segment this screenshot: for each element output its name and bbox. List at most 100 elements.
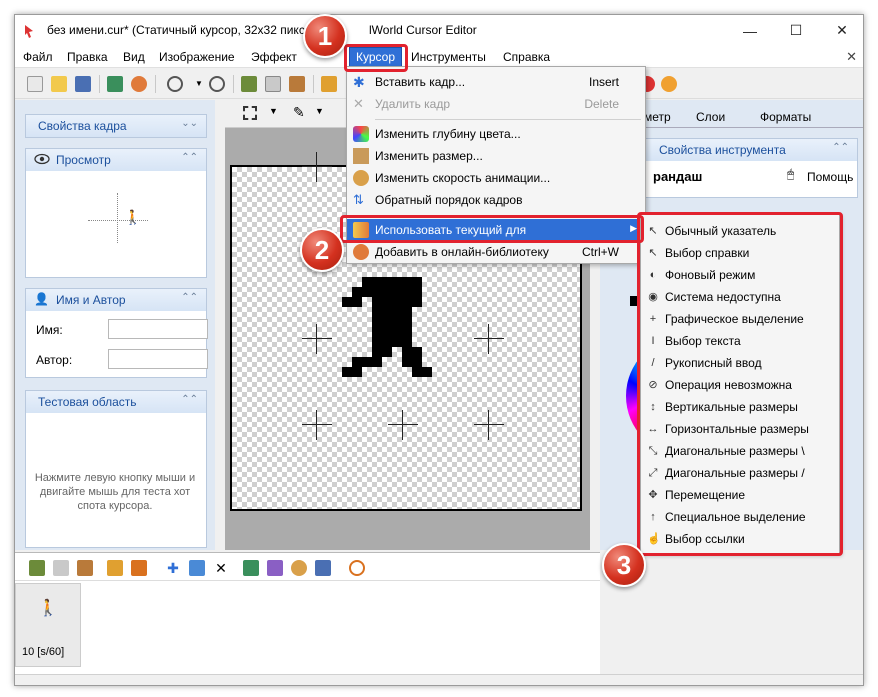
menu-image[interactable]: Изображение [159,50,235,64]
step-badge-2: 2 [300,228,344,272]
toolbar-separator [99,75,100,93]
effects-icon[interactable] [243,560,259,576]
chevron-down-icon[interactable]: ▼ [269,106,278,116]
author-field[interactable] [108,349,208,369]
tab-layers[interactable]: Слои [696,110,725,124]
reverse-icon: ⇅ [353,192,364,207]
menu-item-add-online-library[interactable]: Добавить в онлайн-библиотеку Ctrl+W [347,241,645,263]
menu-edit[interactable]: Правка [67,50,108,64]
chevron-up-icon[interactable]: ⌃⌃ [181,394,198,405]
settings-icon[interactable] [291,560,307,576]
help-icon[interactable]: 🖱 [787,167,794,182]
delete-frame-icon: ✕ [353,96,364,111]
copy-icon[interactable] [53,560,69,576]
save-icon[interactable] [75,76,91,92]
test-area-title: Тестовая область [38,395,137,409]
tab-parameters[interactable]: метр [644,110,671,124]
document-close-icon[interactable]: ✕ [846,49,857,65]
chevron-down-icon[interactable]: ▼ [315,106,324,116]
reorder-icon[interactable] [267,560,283,576]
duplicate-frame-icon[interactable] [189,560,205,576]
preview-header[interactable]: Просмотр ⌃⌃ [26,149,206,171]
menu-item-animation-speed[interactable]: Изменить скорость анимации... [347,167,645,189]
tool-props-header[interactable]: Свойства инструмента ⌃⌃ [615,139,857,161]
walking-man-icon: 🚶 [38,600,58,617]
capture-icon[interactable] [107,76,123,92]
copy-icon[interactable] [265,76,281,92]
export-icon[interactable] [131,560,147,576]
cut-icon[interactable] [29,560,45,576]
resize-icon[interactable] [321,76,337,92]
menu-view[interactable]: Вид [123,50,145,64]
toolbar-separator [233,75,234,93]
resize-icon [353,148,369,164]
step-badge-1: 1 [303,14,347,58]
highlight-cursor-menu [344,44,408,72]
menu-item-delete-frame[interactable]: ✕ Удалить кадр Delete [347,93,645,115]
frame-props-panel: Свойства кадра ⌄⌄ [25,114,207,138]
menu-item-color-depth[interactable]: Изменить глубину цвета... [347,123,645,145]
name-field[interactable] [108,319,208,339]
new-file-icon[interactable] [27,76,43,92]
grid-crosshair [302,152,332,182]
chevron-up-icon[interactable]: ⌃⌃ [181,152,198,163]
eye-icon [34,153,50,165]
frames-panel: ✚ ✕ 🚶 10 [s/60] [15,552,600,674]
author-label: Автор: [36,353,73,367]
minimize-button[interactable]: — [727,15,773,46]
undo-icon[interactable] [167,76,183,92]
grid-crosshair [302,410,332,440]
redo-icon[interactable] [209,76,225,92]
delete-frame-icon[interactable]: ✕ [213,560,229,576]
name-author-header[interactable]: 👤 Имя и Автор ⌃⌃ [26,289,206,311]
close-button[interactable]: ✕ [819,15,863,46]
sound-icon[interactable] [131,76,147,92]
toolbar-separator [313,75,314,93]
chevron-down-icon[interactable]: ⌄⌄ [181,118,198,129]
select-tool-icon[interactable] [243,106,257,120]
preview-crosshair-v [117,193,118,243]
frame-props-header[interactable]: Свойства кадра ⌄⌄ [26,115,206,137]
frame-thumbnail[interactable]: 🚶 10 [s/60] [15,583,81,667]
test-area-hint[interactable]: Нажмите левую кнопку мыши и двигайте мыш… [30,471,200,513]
paste-icon[interactable] [77,560,93,576]
help-link[interactable]: Помощь [807,170,853,184]
maximize-button[interactable]: ☐ [773,15,819,46]
preview-panel: Просмотр ⌃⌃ 🚶 [25,148,207,278]
pencil-icon[interactable]: ✎ [293,104,305,121]
chevron-up-icon[interactable]: ⌃⌃ [832,142,849,153]
import-icon[interactable] [107,560,123,576]
cursor-figure [342,277,432,377]
tab-formats[interactable]: Форматы [760,110,811,124]
title-bar: без имени.cur* (Статичный курсор, 32x32 … [15,15,863,46]
highlight-use-current-item [340,215,644,243]
menu-separator [375,119,641,120]
menu-help[interactable]: Справка [503,50,550,64]
add-frame-icon[interactable]: ✚ [165,560,181,576]
frames-toolbar: ✚ ✕ [15,553,600,581]
refresh-icon[interactable] [349,560,365,576]
cut-icon[interactable] [241,76,257,92]
menu-item-resize[interactable]: Изменить размер... [347,145,645,167]
preview-title: Просмотр [56,153,111,167]
menu-file[interactable]: Файл [23,50,53,64]
window-title-suffix: lWorld Cursor Editor [369,23,477,37]
swap-icon[interactable] [315,560,331,576]
test-area-header[interactable]: Тестовая область ⌃⌃ [26,391,206,413]
menu-tools[interactable]: Инструменты [411,50,486,64]
app-icon [25,25,33,38]
menu-item-reverse-frames[interactable]: ⇅ Обратный порядок кадров [347,189,645,211]
hand-icon[interactable] [661,76,677,92]
menu-effect[interactable]: Эффект [251,50,297,64]
open-folder-icon[interactable] [51,76,67,92]
menu-item-insert-frame[interactable]: ✱ Вставить кадр... Insert [347,71,645,93]
grid-crosshair [388,410,418,440]
name-author-panel: 👤 Имя и Автор ⌃⌃ Имя: Автор: [25,288,208,378]
toolbar-separator [155,75,156,93]
chevron-up-icon[interactable]: ⌃⌃ [181,292,198,303]
gear-icon [353,170,369,186]
paste-icon[interactable] [289,76,305,92]
insert-frame-icon: ✱ [353,74,365,90]
color-depth-icon [353,126,369,142]
undo-dropdown-icon[interactable]: ▼ [191,76,207,92]
